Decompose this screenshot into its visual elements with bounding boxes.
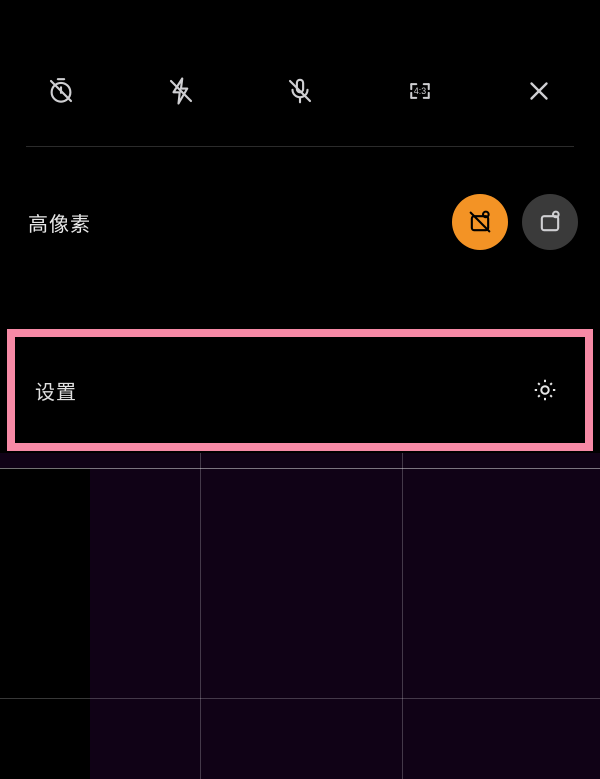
close-icon[interactable] — [522, 74, 556, 108]
grid-line — [0, 698, 600, 699]
svg-text:4:3: 4:3 — [413, 86, 425, 96]
grid-line — [402, 453, 403, 779]
format-toggle-group — [452, 194, 578, 250]
settings-label: 设置 — [35, 376, 77, 405]
flash-off-icon[interactable] — [164, 74, 198, 108]
settings-gear-icon — [531, 376, 559, 404]
mic-off-icon[interactable] — [283, 74, 317, 108]
high-megapixel-label: 高像素 — [28, 208, 91, 237]
motion-photo-button[interactable] — [522, 194, 578, 250]
viewfinder-grid — [0, 453, 600, 779]
grid-line — [0, 468, 600, 469]
aspect-ratio-icon[interactable]: 4:3 — [403, 74, 437, 108]
grid-line — [200, 453, 201, 779]
motion-photo-off-button[interactable] — [452, 194, 508, 250]
divider — [26, 146, 574, 147]
top-icon-bar: 4:3 — [0, 58, 600, 124]
high-megapixel-row: 高像素 — [0, 191, 600, 253]
settings-row[interactable]: 设置 — [7, 329, 593, 451]
timer-off-icon[interactable] — [44, 74, 78, 108]
viewfinder-dark-strip — [0, 468, 90, 779]
camera-settings-screen: 4:3 高像素 — [0, 58, 600, 779]
